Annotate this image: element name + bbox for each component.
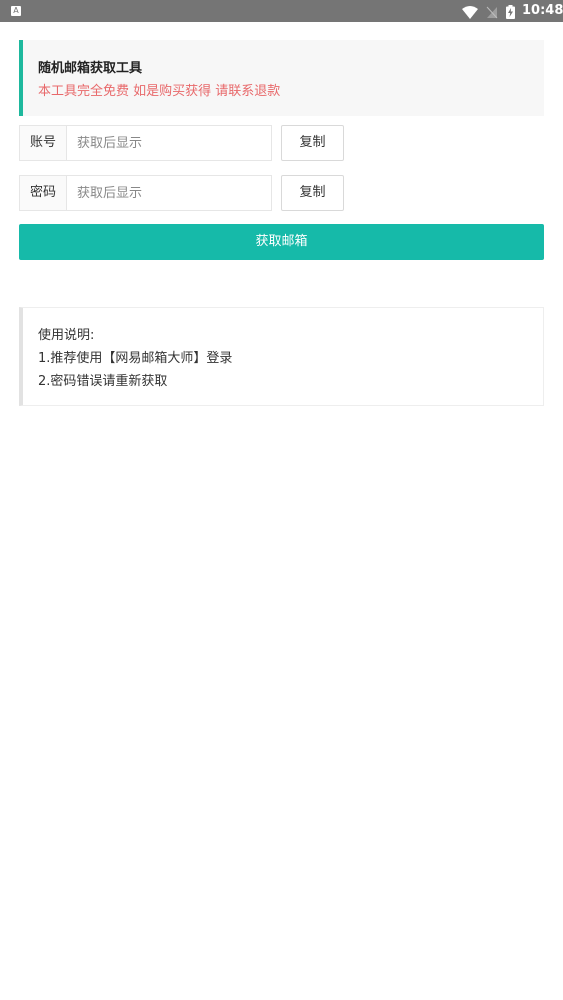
copy-password-button[interactable]: 复制 xyxy=(281,175,344,211)
refund-warning: 本工具完全免费 如是购买获得 请联系退款 xyxy=(38,84,281,99)
instructions-panel: 使用说明: 1.推荐使用【网易邮箱大师】登录 2.密码错误请重新获取 xyxy=(19,307,544,406)
instruction-item: 2.密码错误请重新获取 xyxy=(38,374,168,389)
instructions-heading: 使用说明: xyxy=(38,328,95,343)
password-label: 密码 xyxy=(20,176,67,210)
password-field: 密码 xyxy=(19,175,272,211)
no-sim-icon xyxy=(486,4,498,23)
battery-charging-icon xyxy=(506,4,515,23)
app-notification-icon: A xyxy=(11,6,21,16)
account-field: 账号 xyxy=(19,125,272,161)
status-bar: A 10:48 xyxy=(0,0,563,22)
copy-account-button[interactable]: 复制 xyxy=(281,125,344,161)
wifi-icon xyxy=(462,4,478,23)
clock: 10:48 xyxy=(522,3,563,18)
password-input[interactable] xyxy=(67,176,270,210)
instruction-item: 1.推荐使用【网易邮箱大师】登录 xyxy=(38,351,233,366)
get-email-button[interactable]: 获取邮箱 xyxy=(19,224,544,260)
notice-title: 随机邮箱获取工具 xyxy=(38,61,143,76)
notice-banner: 随机邮箱获取工具 本工具完全免费 如是购买获得 请联系退款 xyxy=(19,40,544,116)
account-label: 账号 xyxy=(20,126,67,160)
account-input[interactable] xyxy=(67,126,270,160)
